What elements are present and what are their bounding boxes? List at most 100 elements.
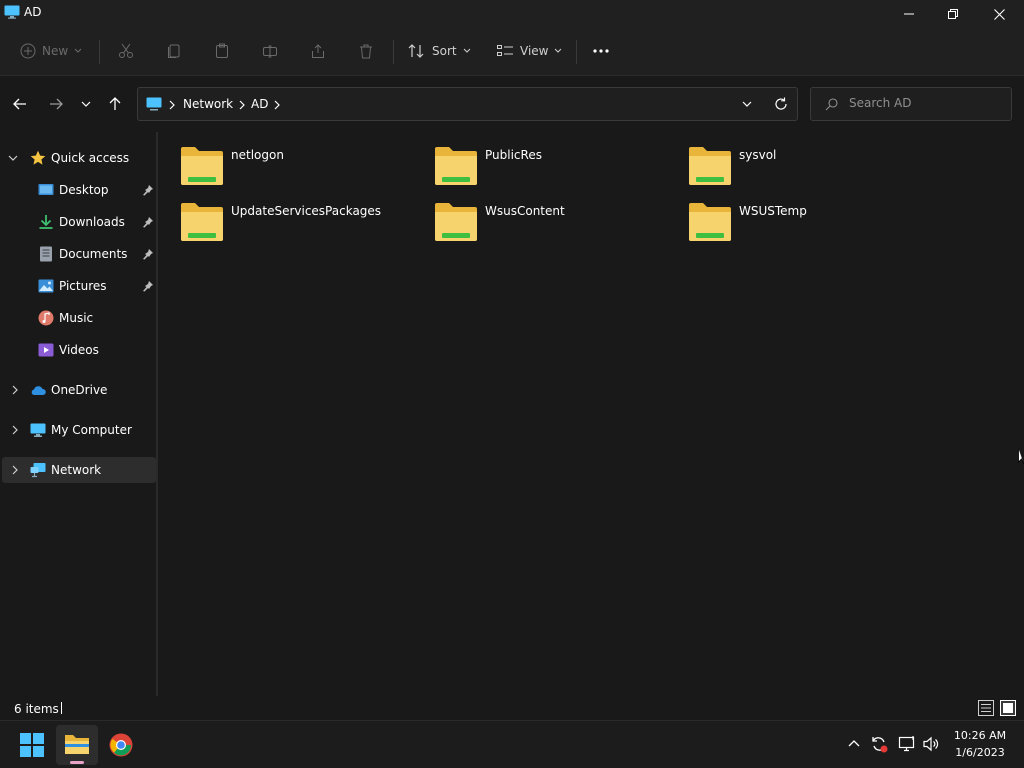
network-status-icon[interactable] — [898, 735, 916, 753]
folder-item[interactable]: sysvol — [668, 132, 908, 185]
copy-button[interactable] — [166, 38, 182, 64]
pin-icon[interactable] — [142, 184, 154, 196]
folder-item[interactable]: WSUSTemp — [668, 188, 908, 241]
refresh-icon[interactable] — [774, 97, 788, 111]
view-button[interactable]: View — [496, 38, 562, 64]
folder-item[interactable]: PublicRes — [414, 132, 654, 185]
restore-button[interactable] — [930, 0, 976, 28]
sidebar-item-downloads[interactable]: Downloads — [2, 209, 156, 235]
minimize-icon — [904, 13, 914, 15]
monitor-icon — [146, 97, 162, 111]
toolbar-divider — [576, 40, 577, 64]
toolbar-divider — [99, 40, 100, 64]
sidebar-item-pictures[interactable]: Pictures — [2, 273, 156, 299]
videos-icon — [38, 343, 54, 357]
folder-item[interactable]: UpdateServicesPackages — [160, 188, 400, 241]
paste-button[interactable] — [214, 38, 230, 64]
pin-icon[interactable] — [142, 216, 154, 228]
pin-icon[interactable] — [142, 280, 154, 292]
clock-time[interactable]: 10:26 AM — [945, 729, 1015, 742]
details-view-icon[interactable] — [978, 700, 994, 716]
chevron-right-icon — [274, 100, 280, 110]
scissors-icon — [119, 43, 133, 58]
sidebar-item-videos[interactable]: Videos — [2, 337, 156, 363]
taskbar-file-explorer[interactable] — [56, 725, 98, 765]
new-button[interactable]: New — [20, 38, 82, 64]
forward-button[interactable] — [44, 92, 68, 116]
sidebar-item-network[interactable]: Network — [2, 457, 156, 483]
volume-icon[interactable] — [922, 735, 940, 753]
delete-button[interactable] — [358, 38, 374, 64]
sort-icon — [408, 44, 424, 58]
sidebar-item-label: Desktop — [59, 183, 109, 197]
desktop-icon — [38, 184, 54, 195]
chevron-down-icon[interactable] — [742, 101, 752, 107]
clock-date[interactable]: 1/6/2023 — [945, 746, 1015, 759]
navigation-pane: Quick access Desktop Downloads Documents… — [0, 132, 158, 696]
view-list-icon — [497, 45, 513, 56]
sync-icon[interactable] — [870, 735, 888, 753]
search-box[interactable] — [810, 87, 1012, 121]
folder-item[interactable]: WsusContent — [414, 188, 654, 241]
breadcrumb-ad[interactable]: AD — [251, 97, 268, 111]
navigation-bar: Network AD — [0, 76, 1024, 132]
chrome-icon — [109, 733, 133, 757]
breadcrumb-network[interactable]: Network — [183, 97, 233, 111]
sidebar-item-quick-access[interactable]: Quick access — [2, 145, 156, 171]
close-icon — [993, 8, 1005, 20]
start-button[interactable] — [20, 733, 44, 757]
sidebar-item-label: Network — [51, 463, 102, 477]
back-button[interactable] — [8, 92, 32, 116]
minimize-button[interactable] — [886, 0, 932, 28]
chevron-right-icon — [239, 100, 245, 110]
chevron-right-icon[interactable] — [10, 465, 20, 475]
sidebar-item-my-computer[interactable]: My Computer — [2, 417, 156, 443]
pin-icon[interactable] — [142, 248, 154, 260]
close-button[interactable] — [976, 0, 1022, 28]
address-bar[interactable]: Network AD — [137, 87, 798, 121]
sidebar-item-label: Pictures — [59, 279, 107, 293]
taskbar: 10:26 AM 1/6/2023 — [0, 720, 1024, 768]
sidebar-item-label: OneDrive — [51, 383, 108, 397]
more-options-button[interactable] — [592, 38, 610, 64]
folder-item[interactable]: netlogon — [160, 132, 400, 185]
active-indicator — [70, 761, 84, 764]
search-input[interactable] — [849, 96, 999, 110]
up-button[interactable] — [103, 92, 127, 116]
sidebar-item-music[interactable]: Music — [2, 305, 156, 331]
taskbar-chrome[interactable] — [109, 733, 133, 757]
monitor-icon — [4, 5, 20, 19]
copy-icon — [168, 44, 180, 58]
chevron-up-icon[interactable] — [848, 739, 860, 747]
sidebar-item-label: Documents — [59, 247, 128, 261]
sidebar-item-label: Music — [59, 311, 94, 325]
item-count: 6 items — [14, 702, 59, 716]
sidebar-item-documents[interactable]: Documents — [2, 241, 156, 267]
cut-button[interactable] — [118, 38, 134, 64]
restore-icon — [948, 9, 958, 19]
status-divider — [61, 702, 62, 714]
chevron-down-icon — [463, 48, 470, 53]
folder-name: UpdateServicesPackages — [231, 204, 382, 218]
chevron-right-icon[interactable] — [10, 425, 20, 435]
chevron-right-icon[interactable] — [10, 385, 20, 395]
sort-label: Sort — [432, 44, 457, 58]
cloud-icon — [31, 386, 46, 395]
folder-name: sysvol — [739, 148, 777, 162]
network-icon — [30, 463, 46, 478]
cursor-icon — [1018, 448, 1024, 465]
share-button[interactable] — [310, 38, 326, 64]
share-icon — [312, 44, 324, 58]
chevron-down-icon[interactable] — [8, 153, 18, 163]
tiles-view-icon[interactable] — [1000, 700, 1016, 716]
arrow-left-icon — [13, 98, 26, 110]
sidebar-item-onedrive[interactable]: OneDrive — [2, 377, 156, 403]
chevron-down-icon — [81, 101, 91, 107]
ellipsis-icon — [593, 49, 609, 53]
sidebar-item-desktop[interactable]: Desktop — [2, 177, 156, 203]
recent-locations-button[interactable] — [74, 92, 98, 116]
sort-button[interactable]: Sort — [408, 38, 471, 64]
rename-button[interactable] — [262, 38, 278, 64]
sidebar-item-label: Downloads — [59, 215, 125, 229]
folder-name: PublicRes — [485, 148, 542, 162]
